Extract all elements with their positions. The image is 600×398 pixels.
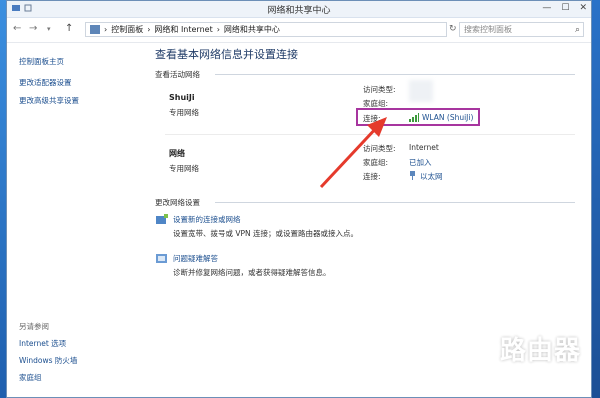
address-bar[interactable]: › 控制面板 › 网络和 Internet › 网络和共享中心 <box>85 22 447 37</box>
router-logo-icon <box>456 334 492 370</box>
sidebar-item-change-advanced-sharing[interactable]: 更改高级共享设置 <box>19 95 79 106</box>
breadcrumb-network-sharing-center[interactable]: 网络和共享中心 <box>224 24 280 35</box>
network-category[interactable]: 专用网络 <box>169 163 199 174</box>
sidebar-item-internet-options[interactable]: Internet 选项 <box>19 338 66 349</box>
access-type-label: 访问类型: <box>363 85 396 94</box>
troubleshoot-icon <box>156 254 167 263</box>
sidebar-item-homegroup[interactable]: 家庭组 <box>19 372 42 383</box>
homegroup-joined-link[interactable]: 已加入 <box>409 157 432 168</box>
title-bar: 网络和共享中心 — ☐ ✕ <box>7 1 591 18</box>
watermark-text: 路由器 <box>500 336 582 366</box>
troubleshoot-description: 诊断并修复网络问题，或者获得疑难解答信息。 <box>173 268 331 277</box>
ethernet-icon <box>410 171 415 180</box>
section-divider <box>215 74 575 75</box>
breadcrumb-separator: › <box>104 25 108 34</box>
search-input[interactable]: 搜索控制面板 ⌕ <box>459 22 584 37</box>
setup-new-connection-link[interactable]: 设置新的连接或网络 <box>173 215 241 224</box>
control-panel-icon <box>90 25 100 34</box>
watermark: 路由器 luyouqi.com <box>456 328 596 388</box>
breadcrumb-control-panel[interactable]: 控制面板 <box>111 24 143 35</box>
breadcrumb-network-internet[interactable]: 网络和 Internet <box>154 24 212 35</box>
sidebar-item-change-adapter-settings[interactable]: 更改适配器设置 <box>19 77 72 88</box>
network-category[interactable]: 专用网络 <box>169 107 199 118</box>
recent-dropdown-icon[interactable]: ▾ <box>47 25 51 33</box>
troubleshoot-problems-link[interactable]: 问题疑难解答 <box>173 254 218 263</box>
page-title: 查看基本网络信息并设置连接 <box>155 48 298 61</box>
new-connection-icon <box>156 214 168 224</box>
sidebar: 控制面板主页 更改适配器设置 更改高级共享设置 另请参阅 Internet 选项… <box>7 42 139 397</box>
sidebar-item-control-panel-home[interactable]: 控制面板主页 <box>19 56 64 67</box>
active-networks-heading: 查看活动网络 <box>155 70 200 79</box>
sidebar-item-windows-firewall[interactable]: Windows 防火墙 <box>19 355 77 366</box>
search-placeholder: 搜索控制面板 <box>464 25 512 34</box>
window-title: 网络和共享中心 <box>267 6 331 16</box>
window-controls: — ☐ ✕ <box>542 3 587 13</box>
maximize-button[interactable]: ☐ <box>561 3 569 13</box>
redacted-area <box>409 80 433 102</box>
troubleshoot-task: 问题疑难解答 诊断并修复网络问题，或者获得疑难解答信息。 <box>173 253 331 277</box>
new-connection-task: 设置新的连接或网络 设置宽带、拨号或 VPN 连接；或设置路由器或接入点。 <box>173 214 358 238</box>
back-button[interactable]: ← <box>13 23 21 34</box>
network-name: ShuiJi <box>169 93 195 102</box>
change-settings-heading: 更改网络设置 <box>155 198 200 207</box>
forward-button[interactable]: → <box>29 23 37 34</box>
breadcrumb-separator: › <box>216 25 220 34</box>
annotation-arrow <box>319 117 387 189</box>
ethernet-connection-link[interactable]: 以太网 <box>420 171 443 182</box>
see-also-heading: 另请参阅 <box>19 322 49 331</box>
minimize-button[interactable]: — <box>542 3 551 13</box>
refresh-button[interactable]: ↻ <box>449 24 457 34</box>
setup-new-connection-description: 设置宽带、拨号或 VPN 连接；或设置路由器或接入点。 <box>173 229 359 238</box>
section-divider <box>215 202 575 203</box>
access-type-value: Internet <box>409 143 439 152</box>
search-icon[interactable]: ⌕ <box>575 24 580 37</box>
navigation-bar: ← → ▾ ↑ › 控制面板 › 网络和 Internet › 网络和共享中心 … <box>7 18 591 43</box>
network-name: 网络 <box>169 149 185 158</box>
watermark-url: luyouqi.com <box>504 366 572 379</box>
breadcrumb-separator: › <box>147 25 151 34</box>
close-button[interactable]: ✕ <box>579 3 587 13</box>
up-button[interactable]: ↑ <box>65 23 73 34</box>
